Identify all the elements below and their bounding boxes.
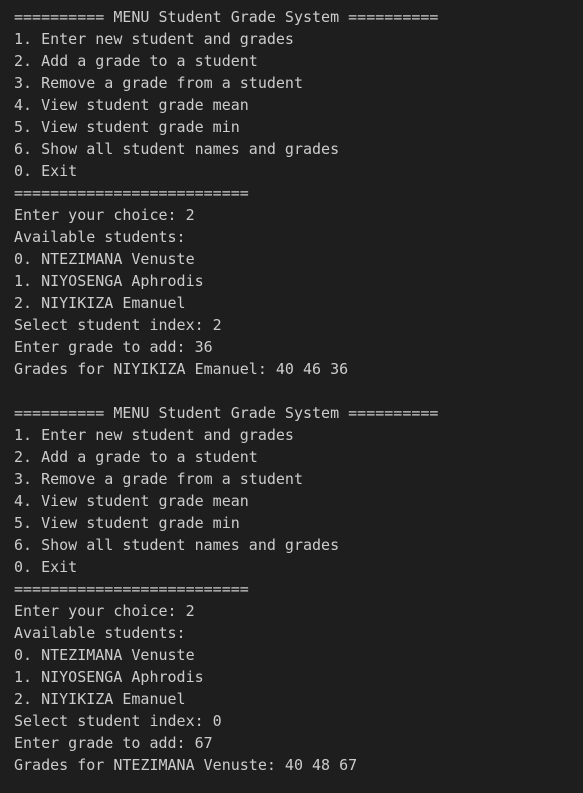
grades-result: Grades for NIYIKIZA Emanuel: 40 46 36 <box>14 360 349 378</box>
student-entry: 0. NTEZIMANA Venuste <box>14 250 195 268</box>
menu-item: 1. Enter new student and grades <box>14 426 294 444</box>
menu-item: 2. Add a grade to a student <box>14 52 258 70</box>
menu-footer: ========================== <box>14 184 249 202</box>
grades-result: Grades for NTEZIMANA Venuste: 40 48 67 <box>14 756 358 774</box>
index-prompt: Select student index: 2 <box>14 316 222 334</box>
student-entry: 1. NIYOSENGA Aphrodis <box>14 272 204 290</box>
menu-item: 3. Remove a grade from a student <box>14 470 303 488</box>
grade-prompt: Enter grade to add: 36 <box>14 338 213 356</box>
menu-item: 4. View student grade mean <box>14 492 249 510</box>
menu-item: 6. Show all student names and grades <box>14 140 340 158</box>
menu-header: ========== MENU Student Grade System ===… <box>14 404 439 422</box>
menu-item: 6. Show all student names and grades <box>14 536 340 554</box>
menu-item: 2. Add a grade to a student <box>14 448 258 466</box>
terminal-window[interactable]: ========== MENU Student Grade System ===… <box>0 0 583 793</box>
menu-header: ========== MENU Student Grade System ===… <box>14 8 439 26</box>
students-header: Available students: <box>14 624 186 642</box>
terminal-output: ========== MENU Student Grade System ===… <box>14 6 583 776</box>
index-prompt: Select student index: 0 <box>14 712 222 730</box>
student-entry: 2. NIYIKIZA Emanuel <box>14 690 186 708</box>
menu-item: 3. Remove a grade from a student <box>14 74 303 92</box>
student-entry: 1. NIYOSENGA Aphrodis <box>14 668 204 686</box>
menu-item: 4. View student grade mean <box>14 96 249 114</box>
menu-item: 0. Exit <box>14 558 78 576</box>
menu-footer: ========================== <box>14 580 249 598</box>
menu-item: 5. View student grade min <box>14 514 240 532</box>
choice-prompt: Enter your choice: 2 <box>14 206 195 224</box>
students-header: Available students: <box>14 228 186 246</box>
grade-prompt: Enter grade to add: 67 <box>14 734 213 752</box>
choice-prompt: Enter your choice: 2 <box>14 602 195 620</box>
menu-item: 5. View student grade min <box>14 118 240 136</box>
student-entry: 0. NTEZIMANA Venuste <box>14 646 195 664</box>
menu-item: 0. Exit <box>14 162 78 180</box>
student-entry: 2. NIYIKIZA Emanuel <box>14 294 186 312</box>
menu-item: 1. Enter new student and grades <box>14 30 294 48</box>
